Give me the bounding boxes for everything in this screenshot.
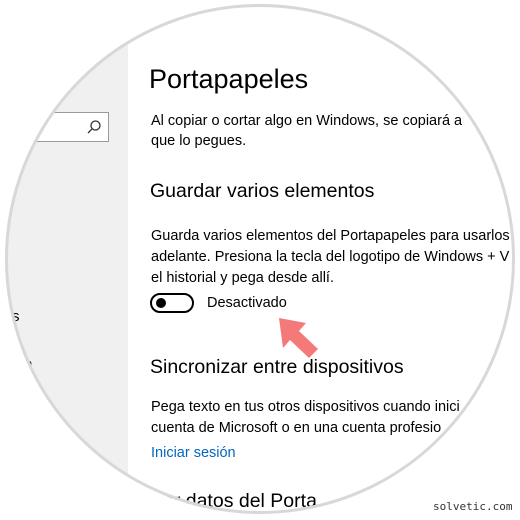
magnifier-viewport: s n Portapapeles Al copiar o cortar algo… <box>5 4 515 514</box>
sign-in-link[interactable]: Iniciar sesión <box>151 445 236 461</box>
sync-heading: Sincronizar entre dispositivos <box>150 356 404 378</box>
toggle-state-label: Desactivado <box>207 295 287 311</box>
sidebar: s n <box>5 4 128 514</box>
main-content: Portapapeles Al copiar o cortar algo en … <box>128 4 515 514</box>
page-title: Portapapeles <box>149 64 309 94</box>
sidebar-item[interactable]: s <box>12 308 20 325</box>
description-line: cuenta de Microsoft o en una cuenta prof… <box>151 420 442 436</box>
clear-data-heading: rrar datos del Porta <box>150 490 317 512</box>
screenshot-frame: s n Portapapeles Al copiar o cortar algo… <box>0 0 520 520</box>
description-line: Pega texto en tus otros dispositivos cua… <box>151 399 460 415</box>
search-icon[interactable] <box>86 119 102 135</box>
description-line: adelante. Presiona la tecla del logotipo… <box>151 249 510 265</box>
intro-line: que lo pegues. <box>151 133 247 149</box>
intro-text: Al copiar o cortar algo en Windows, se c… <box>151 111 462 151</box>
watermark: solvetic.com <box>433 500 513 513</box>
description-line: el historial y pega desde allí. <box>151 270 334 286</box>
description-line: Guarda varios elementos del Portapapeles… <box>151 228 510 244</box>
search-input[interactable] <box>5 112 109 142</box>
sidebar-item[interactable]: n <box>24 356 32 373</box>
intro-line: Al copiar o cortar algo en Windows, se c… <box>151 113 463 129</box>
clipboard-history-heading: Guardar varios elementos <box>150 180 375 202</box>
clipboard-history-toggle[interactable] <box>150 293 194 313</box>
settings-window: s n Portapapeles Al copiar o cortar algo… <box>5 4 515 514</box>
clipboard-history-description: Guarda varios elementos del Portapapeles… <box>151 226 510 289</box>
toggle-knob <box>156 298 166 308</box>
sync-description: Pega texto en tus otros dispositivos cua… <box>151 397 460 439</box>
